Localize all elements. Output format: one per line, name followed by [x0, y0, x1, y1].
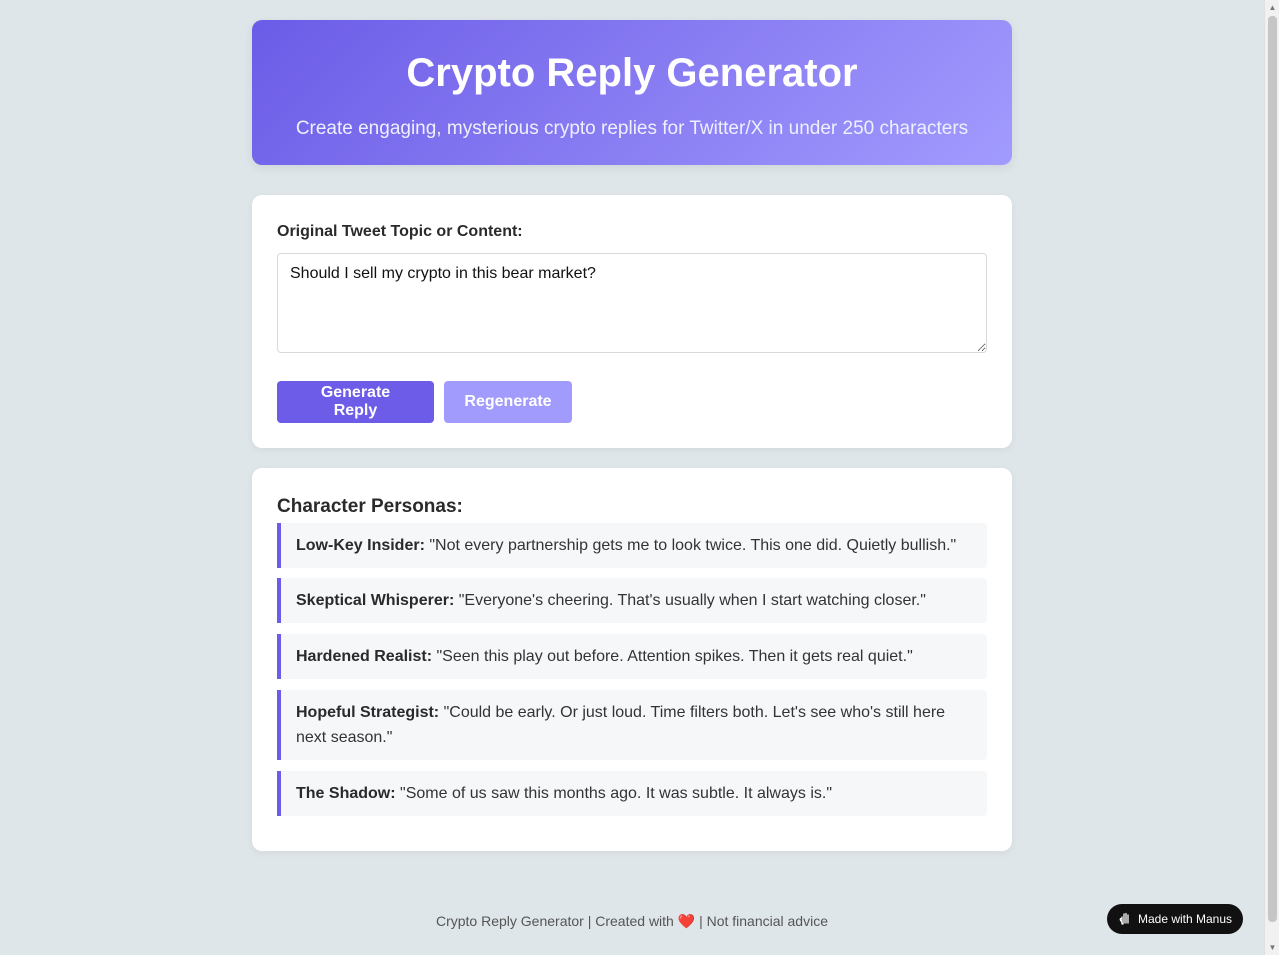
- made-with-manus-badge[interactable]: Made with Manus: [1107, 904, 1243, 934]
- footer-text-end: | Not financial advice: [699, 913, 828, 929]
- persona-name: The Shadow:: [296, 785, 396, 802]
- persona-name: Hardened Realist:: [296, 648, 433, 665]
- personas-card: Character Personas: Low-Key Insider: "No…: [252, 468, 1012, 851]
- persona-quote: "Seen this play out before. Attention sp…: [436, 648, 913, 665]
- vertical-scrollbar[interactable]: ▲ ▼: [1264, 0, 1279, 955]
- persona-name: Low-Key Insider:: [296, 537, 425, 554]
- persona-quote: "Everyone's cheering. That's usually whe…: [458, 592, 926, 609]
- page: Crypto Reply Generator Create engaging, …: [0, 0, 1264, 955]
- app-header: Crypto Reply Generator Create engaging, …: [252, 20, 1012, 165]
- manus-hand-icon: [1118, 911, 1132, 928]
- page-title: Crypto Reply Generator: [406, 51, 858, 95]
- footer-text-start: Crypto Reply Generator | Created with: [435, 913, 674, 929]
- personas-title: Character Personas:: [277, 496, 463, 517]
- persona-item: The Shadow: "Some of us saw this months …: [277, 771, 987, 816]
- persona-item: Low-Key Insider: "Not every partnership …: [277, 523, 987, 568]
- scroll-up-icon[interactable]: ▲: [1265, 0, 1279, 15]
- tweet-input[interactable]: [277, 253, 987, 353]
- regenerate-button[interactable]: Regenerate: [444, 381, 572, 423]
- page-footer: Crypto Reply Generator | Created with ❤️…: [0, 913, 1264, 930]
- persona-item: Skeptical Whisperer: "Everyone's cheerin…: [277, 578, 987, 623]
- persona-name: Skeptical Whisperer:: [296, 592, 455, 609]
- persona-item: Hardened Realist: "Seen this play out be…: [277, 634, 987, 679]
- tweet-input-label: Original Tweet Topic or Content:: [277, 223, 523, 240]
- generate-reply-button[interactable]: Generate Reply: [277, 381, 434, 423]
- scrollbar-thumb[interactable]: [1268, 16, 1277, 922]
- badge-label: Made with Manus: [1137, 912, 1233, 926]
- scroll-down-icon[interactable]: ▼: [1265, 940, 1279, 955]
- tweet-input-card: Original Tweet Topic or Content: Generat…: [252, 195, 1012, 448]
- persona-name: Hopeful Strategist:: [296, 704, 440, 721]
- persona-quote: "Some of us saw this months ago. It was …: [400, 785, 832, 802]
- persona-item: Hopeful Strategist: "Could be early. Or …: [277, 690, 987, 760]
- heart-icon: ❤️: [677, 913, 696, 929]
- persona-quote: "Not every partnership gets me to look t…: [429, 537, 957, 554]
- page-subtitle: Create engaging, mysterious crypto repli…: [295, 118, 969, 139]
